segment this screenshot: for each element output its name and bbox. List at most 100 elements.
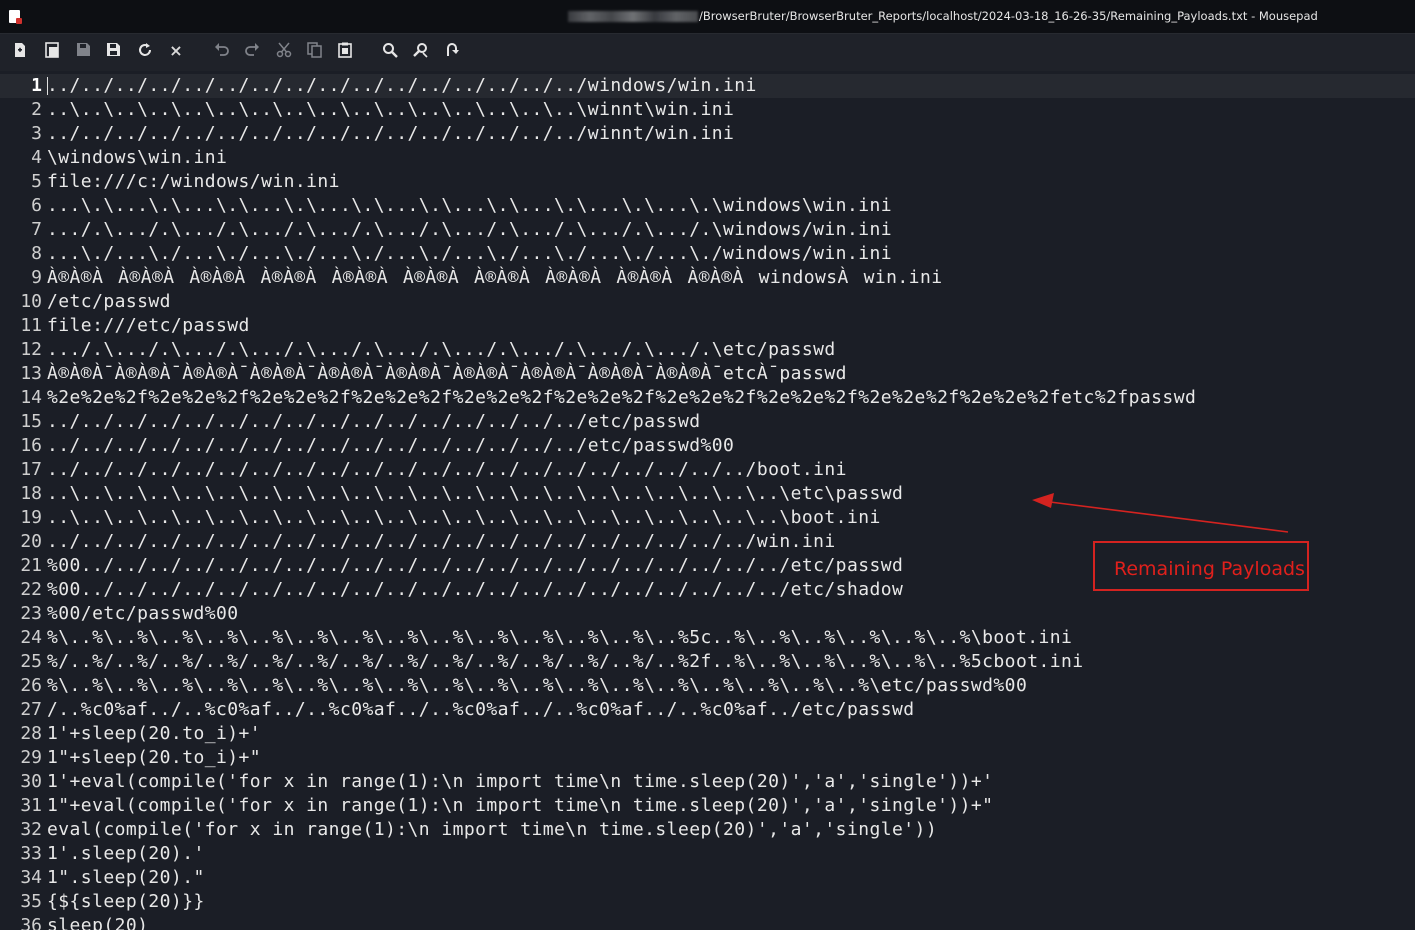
line-number: 35 (20, 891, 42, 912)
editor-line[interactable]: 15 ../../../../../../../../../../../../..… (0, 410, 1415, 434)
line-number: 28 (20, 723, 42, 744)
mousepad-app-icon (9, 10, 22, 24)
redacted-path-segment (568, 11, 698, 22)
title-bar: /BrowserBruter/BrowserBruter_Reports/loc… (0, 0, 1415, 34)
text-editor[interactable]: 1 ../../../../../../../../../../../../../… (0, 71, 1415, 930)
window-title: /BrowserBruter/BrowserBruter_Reports/loc… (699, 9, 1318, 23)
line-number: 14 (20, 387, 42, 408)
new-window-icon[interactable] (43, 42, 61, 60)
line-number: 34 (20, 867, 42, 888)
line-number: 27 (20, 699, 42, 720)
line-number: 32 (20, 819, 42, 840)
editor-line[interactable]: 23 %00/etc/passwd%00 (0, 602, 1415, 626)
line-number: 3 (31, 123, 42, 144)
line-text: ../../../../../../../../../../../../../.… (47, 75, 757, 96)
reload-icon[interactable] (136, 42, 154, 60)
line-number: 22 (20, 579, 42, 600)
editor-line[interactable]: 26 %\..%\..%\..%\..%\..%\..%\..%\..%\..%\… (0, 674, 1415, 698)
line-number: 6 (31, 195, 42, 216)
line-text: %2e%2e%2f%2e%2e%2f%2e%2e%2f%2e%2e%2f%2e%… (47, 387, 1197, 408)
editor-line[interactable]: 8 ...\./...\./...\./...\./...\./...\./...… (0, 242, 1415, 266)
find-icon[interactable] (381, 42, 399, 60)
find-replace-icon[interactable] (412, 42, 430, 60)
editor-line[interactable]: 3 ../../../../../../../../../../../../../… (0, 122, 1415, 146)
line-text: 1'+eval(compile('for x in range(1):\n im… (47, 771, 994, 792)
line-number: 1 (31, 75, 42, 96)
line-text: ../../../../../../../../../../../../../.… (47, 459, 847, 480)
line-text: %\..%\..%\..%\..%\..%\..%\..%\..%\..%\..… (47, 675, 1028, 696)
toolbar: × (0, 34, 1415, 71)
line-text: .../.\.../.\.../.\.../.\.../.\.../.\.../… (47, 219, 893, 240)
editor-line[interactable]: 16 ../../../../../../../../../../../../..… (0, 434, 1415, 458)
editor-line[interactable]: 36 sleep(20) (0, 914, 1415, 930)
line-text: \windows\win.ini (47, 147, 228, 168)
line-text: %\..%\..%\..%\..%\..%\..%\..%\..%\..%\..… (47, 627, 1073, 648)
line-text: file:///c:/windows/win.ini (47, 171, 340, 192)
editor-line[interactable]: 14 %2e%2e%2f%2e%2e%2f%2e%2e%2f%2e%2e%2f%2… (0, 386, 1415, 410)
editor-line[interactable]: 9 À®À®ÀÀ®À®ÀÀ®À®ÀÀ®À®ÀÀ®À®ÀÀ®À®ÀÀ®À… (0, 266, 1415, 290)
paste-icon[interactable] (336, 42, 354, 60)
editor-line[interactable]: 18 ..\..\..\..\..\..\..\..\..\..\..\..\..… (0, 482, 1415, 506)
editor-line[interactable]: 1 ../../../../../../../../../../../../../… (0, 74, 1415, 98)
cut-icon[interactable] (275, 42, 293, 60)
line-text: ../../../../../../../../../../../../../.… (47, 411, 701, 432)
line-text: ..\..\..\..\..\..\..\..\..\..\..\..\..\.… (47, 99, 735, 120)
close-icon[interactable]: × (167, 42, 185, 60)
editor-line[interactable]: 33 1'.sleep(20).' (0, 842, 1415, 866)
goto-line-icon[interactable] (443, 42, 461, 60)
line-number: 29 (20, 747, 42, 768)
editor-line[interactable]: 27/..%c0%af../..%c0%af../..%c0%af../..%c… (0, 698, 1415, 722)
line-number: 26 (20, 675, 42, 696)
line-text: /..%c0%af../..%c0%af../..%c0%af../..%c0%… (47, 699, 915, 720)
editor-line[interactable]: 30 1'+eval(compile('for x in range(1):\n … (0, 770, 1415, 794)
text-cursor (47, 77, 48, 95)
line-number: 4 (31, 147, 42, 168)
line-text: %/..%/..%/..%/..%/..%/..%/..%/..%/..%/..… (47, 651, 1084, 672)
line-number: 31 (20, 795, 42, 816)
editor-line[interactable]: 28 1'+sleep(20.to_i)+' (0, 722, 1415, 746)
line-text: .../.\.../.\.../.\.../.\.../.\.../.\.../… (47, 339, 836, 360)
editor-line[interactable]: 2 ..\..\..\..\..\..\..\..\..\..\..\..\..\… (0, 98, 1415, 122)
line-number: 11 (20, 315, 42, 336)
line-number: 12 (20, 339, 42, 360)
editor-line[interactable]: 10/etc/passwd (0, 290, 1415, 314)
editor-line[interactable]: 34 1".sleep(20)." (0, 866, 1415, 890)
editor-line[interactable]: 5 file:///c:/windows/win.ini (0, 170, 1415, 194)
line-text: file:///etc/passwd (47, 315, 250, 336)
editor-line[interactable]: 35 {${sleep(20)}} (0, 890, 1415, 914)
editor-line[interactable]: 12 .../.\.../.\.../.\.../.\.../.\.../.\..… (0, 338, 1415, 362)
line-number: 21 (20, 555, 42, 576)
editor-line[interactable]: 4 \windows\win.ini (0, 146, 1415, 170)
editor-line[interactable]: 19 ..\..\..\..\..\..\..\..\..\..\..\..\..… (0, 506, 1415, 530)
line-text: 1"+eval(compile('for x in range(1):\n im… (47, 795, 994, 816)
line-text: ..\..\..\..\..\..\..\..\..\..\..\..\..\.… (47, 507, 881, 528)
editor-line[interactable]: 32 eval(compile('for x in range(1):\n imp… (0, 818, 1415, 842)
editor-line[interactable]: 25 %/..%/..%/..%/..%/..%/..%/..%/..%/..%/… (0, 650, 1415, 674)
save-as-icon[interactable] (105, 42, 123, 60)
line-number: 17 (20, 459, 42, 480)
undo-icon[interactable] (213, 42, 231, 60)
editor-line[interactable]: 7 .../.\.../.\.../.\.../.\.../.\.../.\...… (0, 218, 1415, 242)
editor-line[interactable]: 11 file:///etc/passwd (0, 314, 1415, 338)
line-number: 7 (31, 219, 42, 240)
line-number: 10 (20, 291, 42, 312)
editor-line[interactable]: 31 1"+eval(compile('for x in range(1):\n … (0, 794, 1415, 818)
editor-line[interactable]: 6 ...\.\...\.\...\.\...\.\...\.\...\.\...… (0, 194, 1415, 218)
redo-icon[interactable] (243, 42, 261, 60)
line-text: ../../../../../../../../../../../../../.… (47, 123, 735, 144)
editor-line[interactable]: 24 %\..%\..%\..%\..%\..%\..%\..%\..%\..%\… (0, 626, 1415, 650)
editor-line[interactable]: 17 ../../../../../../../../../../../../..… (0, 458, 1415, 482)
editor-line[interactable]: 13 À®À®À¯À®À®À¯À®À®À¯À®À®À¯À®À®À¯À®À®À¯À®… (0, 362, 1415, 386)
line-number: 16 (20, 435, 42, 456)
line-text: À®À®À¯À®À®À¯À®À®À¯À®À®À¯À®À®À¯À®À®À¯À®À®… (47, 363, 847, 384)
line-text: 1".sleep(20)." (47, 867, 205, 888)
line-text: À®À®ÀÀ®À®ÀÀ®À®ÀÀ®À®ÀÀ®À®ÀÀ®À®ÀÀ®À®… (47, 267, 943, 288)
copy-icon[interactable] (305, 42, 323, 60)
save-icon[interactable] (74, 42, 92, 60)
line-number: 20 (20, 531, 42, 552)
line-text: ../../../../../../../../../../../../../.… (47, 435, 735, 456)
line-number: 5 (31, 171, 42, 192)
editor-line[interactable]: 29 1"+sleep(20.to_i)+" (0, 746, 1415, 770)
new-document-icon[interactable] (11, 42, 29, 60)
line-text: ../../../../../../../../../../../../../.… (47, 531, 836, 552)
